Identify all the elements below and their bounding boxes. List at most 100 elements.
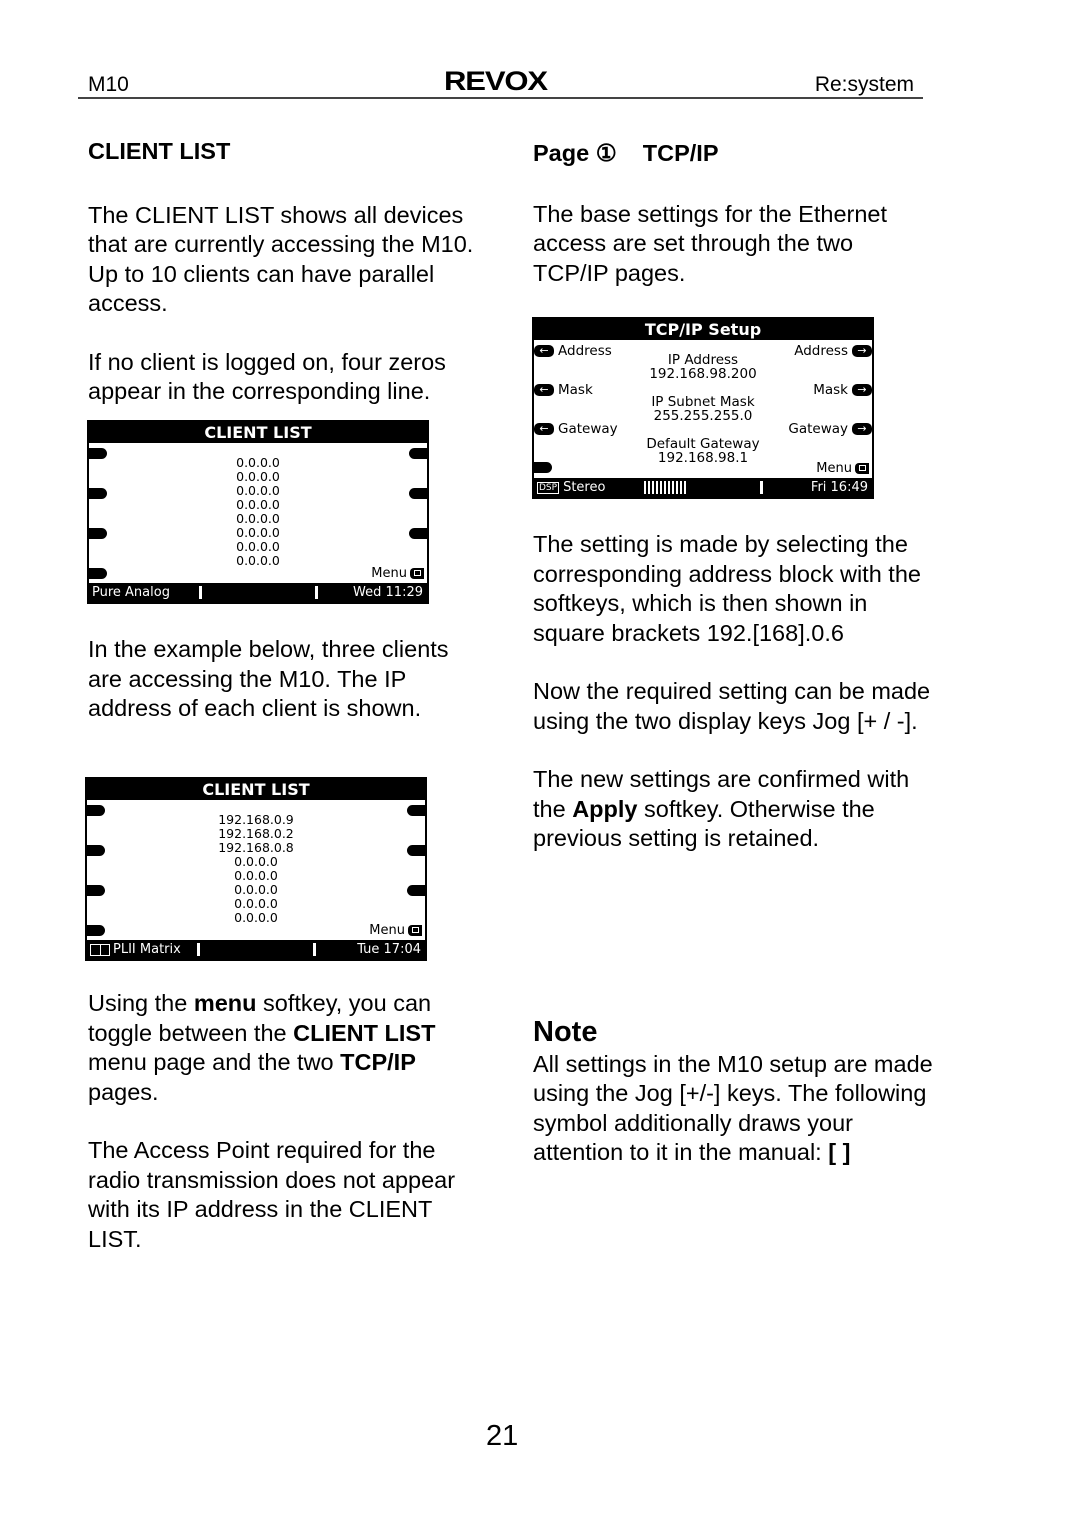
arrow-right-icon: →: [852, 423, 872, 435]
softkey-left-4[interactable]: [87, 925, 105, 936]
page-indicator: Page ①: [533, 140, 617, 166]
note-section: Note All settings in the M10 setup are m…: [533, 1016, 933, 1168]
menu-label: Menu: [816, 461, 852, 476]
client-ip: 0.0.0.0: [236, 469, 280, 484]
menu-label: Menu: [369, 923, 405, 938]
source-label: Pure Analog: [92, 585, 170, 600]
address-block-note: The setting is made by selecting the cor…: [533, 531, 921, 646]
jog-keys-note: Now the required setting can be made usi…: [533, 678, 931, 734]
status-divider: [315, 586, 318, 599]
softkey-gateway-right[interactable]: Gateway →: [788, 421, 872, 437]
text: menu page and the two: [88, 1049, 341, 1075]
datetime: Tue 17:04: [357, 942, 421, 957]
menu-softkey[interactable]: Menu: [816, 461, 869, 476]
right-column-mid: The setting is made by selecting the cor…: [533, 530, 933, 854]
bold-apply: Apply: [572, 795, 638, 822]
key-label: Gateway: [558, 421, 618, 437]
menu-icon: [410, 568, 424, 579]
client-ip: 0.0.0.0: [236, 511, 280, 526]
three-clients-note: In the example below, three clients are …: [88, 636, 449, 721]
left-column: CLIENT LIST The CLIENT LIST shows all de…: [88, 137, 488, 407]
status-divider: [197, 943, 200, 956]
client-ip: 0.0.0.0: [234, 882, 278, 897]
client-ip: 0.0.0.0: [236, 539, 280, 554]
header-system: Re:system: [814, 73, 914, 96]
tcpip-setup-screen: TCP/IP Setup ← Address ← Mask ← Gateway Add…: [532, 317, 874, 499]
tcpip-heading: Page ① TCP/IP: [533, 139, 933, 169]
note-title: Note: [533, 1016, 598, 1048]
source-group: PLII Matrix: [90, 940, 181, 959]
client-ip: 192.168.0.2: [218, 826, 294, 841]
status-bar: DSP Stereo Fri 16:49: [534, 478, 872, 497]
header-model: M10: [88, 73, 129, 96]
source-label: PLII Matrix: [113, 942, 181, 957]
left-column-mid: In the example below, three clients are …: [88, 635, 488, 724]
softkey-gateway-left[interactable]: ← Gateway: [534, 421, 618, 437]
menu-icon: [408, 925, 422, 936]
text: pages.: [88, 1078, 159, 1105]
client-list-screen-three: CLIENT LIST 192.168.0.9 192.168.0.2 192.…: [85, 777, 427, 961]
right-column: Page ① TCP/IP The base settings for the E…: [533, 139, 933, 288]
client-ip: 0.0.0.0: [234, 896, 278, 911]
apply-note: The new settings are confirmed with the …: [533, 765, 933, 854]
menu-icon: [855, 463, 869, 474]
client-list-intro: The CLIENT LIST shows all devices that a…: [88, 201, 474, 317]
level-meter: [644, 481, 688, 494]
access-point-note: The Access Point required for the radio …: [88, 1137, 456, 1252]
client-ip: 0.0.0.0: [236, 525, 280, 540]
text: Using the: [88, 990, 194, 1016]
client-ip: 0.0.0.0: [236, 497, 280, 512]
menu-toggle-note: Using the menu softkey, you can toggle b…: [88, 989, 488, 1107]
client-ip-list: 192.168.0.9 192.168.0.2 192.168.0.8 0.0.…: [87, 813, 425, 925]
gateway-label: Default Gateway: [646, 436, 760, 452]
status-divider: [760, 481, 763, 494]
note-symbol: [ ]: [828, 1139, 851, 1165]
client-list-zeros-note: If no client is logged on, four zeros ap…: [88, 348, 446, 405]
mask-value: 255.255.255.0: [653, 408, 753, 424]
bold-client-list: CLIENT LIST: [293, 1019, 436, 1046]
softkey-left-4[interactable]: [89, 568, 107, 579]
menu-softkey[interactable]: Menu: [371, 566, 424, 581]
status-divider: [199, 586, 202, 599]
screen-title: CLIENT LIST: [89, 422, 427, 443]
client-ip: 192.168.0.8: [218, 840, 294, 855]
client-ip: 0.0.0.0: [236, 455, 280, 470]
dsp-badge: DSP: [537, 481, 560, 494]
subnet-block: IP Subnet Mask 255.255.255.0: [534, 395, 872, 423]
client-list-screen-empty: CLIENT LIST 0.0.0.0 0.0.0.0 0.0.0.0 0.0.…: [87, 420, 429, 604]
client-ip: 192.168.0.9: [218, 812, 294, 827]
client-ip-list: 0.0.0.0 0.0.0.0 0.0.0.0 0.0.0.0 0.0.0.0 …: [89, 456, 427, 568]
revox-logo: REVOX: [444, 66, 548, 96]
client-ip: 0.0.0.0: [234, 854, 278, 869]
menu-label: Menu: [371, 566, 407, 581]
key-label: Gateway: [788, 421, 848, 437]
page-number: 21: [486, 1420, 519, 1452]
status-bar: Pure Analog Wed 11:29: [89, 583, 427, 602]
datetime: Wed 11:29: [353, 585, 423, 600]
bold-tcpip: TCP/IP: [340, 1049, 416, 1075]
status-divider: [313, 943, 316, 956]
client-ip: 0.0.0.0: [234, 868, 278, 883]
ip-address-block: IP Address 192.168.98.200: [534, 353, 872, 381]
mask-label: IP Subnet Mask: [651, 394, 755, 410]
client-ip: 0.0.0.0: [236, 483, 280, 498]
menu-softkey[interactable]: Menu: [369, 923, 422, 938]
source-label: Stereo: [563, 480, 606, 495]
note-text: All settings in the M10 setup are made u…: [533, 1050, 933, 1168]
bold-menu: menu: [193, 990, 257, 1016]
arrow-left-icon: ←: [534, 423, 554, 435]
screen-title: CLIENT LIST: [87, 779, 425, 800]
datetime: Fri 16:49: [810, 480, 868, 495]
tcpip-title: TCP/IP: [642, 140, 719, 166]
text: All settings in the M10 setup are made u…: [533, 1050, 933, 1166]
status-bar: PLII Matrix Tue 17:04: [87, 940, 425, 959]
source-group: DSP Stereo: [537, 478, 605, 497]
screen-title: TCP/IP Setup: [534, 319, 872, 340]
ip-value: 192.168.98.200: [649, 366, 757, 382]
tcpip-intro: The base settings for the Ethernet acces…: [533, 200, 888, 286]
left-column-bottom: Using the menu softkey, you can toggle b…: [88, 989, 488, 1254]
speaker-icon: [90, 943, 110, 956]
header-rule: [78, 97, 923, 99]
client-list-heading: CLIENT LIST: [88, 138, 231, 164]
ip-label: IP Address: [667, 352, 739, 368]
